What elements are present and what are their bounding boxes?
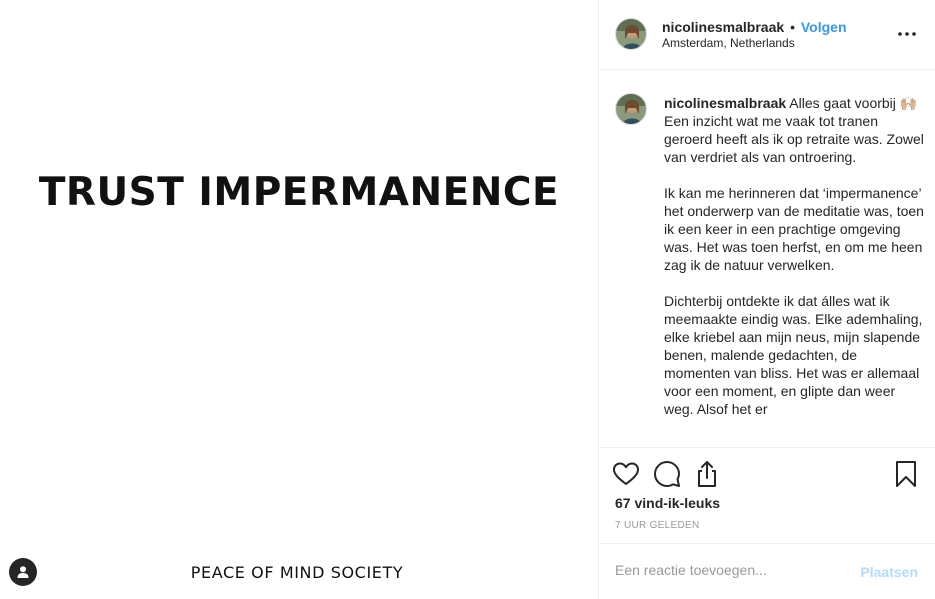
caption-body: Alles gaat voorbij 🙌🏼 Een inzicht wat me… [664,95,924,417]
share-icon[interactable] [693,460,721,488]
heart-icon[interactable] [612,460,640,488]
user-tag-icon[interactable] [9,558,37,586]
avatar[interactable] [615,93,647,125]
caption-username[interactable]: nicolinesmalbraak [664,95,786,111]
caption-area[interactable]: nicolinesmalbraak Alles gaat voorbij 🙌🏼 … [599,70,935,447]
post-image-footer: PEACE OF MIND SOCIETY [190,563,404,582]
follow-button[interactable]: Volgen [801,19,847,35]
post-comment-button[interactable]: Plaatsen [860,564,918,580]
more-options-icon[interactable] [896,24,918,44]
header-separator: • [790,19,795,35]
post-timestamp[interactable]: 7 UUR GELEDEN [615,520,699,531]
post-header: nicolinesmalbraak • Volgen Amsterdam, Ne… [599,0,935,70]
avatar[interactable] [615,18,647,50]
post-sidebar: nicolinesmalbraak • Volgen Amsterdam, Ne… [598,0,935,599]
header-username[interactable]: nicolinesmalbraak [662,19,784,35]
comment-input[interactable] [615,562,845,578]
location-link[interactable]: Amsterdam, Netherlands [662,36,795,50]
post-image[interactable]: TRUST IMPERMANENCE PEACE OF MIND SOCIETY [0,0,598,599]
post-actions: 67 vind-ik-leuks 7 UUR GELEDEN [599,447,935,543]
likes-count[interactable]: 67 vind-ik-leuks [615,495,720,511]
comment-icon[interactable] [653,460,681,488]
comment-form: Plaatsen [599,543,935,599]
post-image-title: TRUST IMPERMANENCE [38,170,560,215]
bookmark-icon[interactable] [892,460,920,488]
caption-text: nicolinesmalbraak Alles gaat voorbij 🙌🏼 … [664,94,926,418]
